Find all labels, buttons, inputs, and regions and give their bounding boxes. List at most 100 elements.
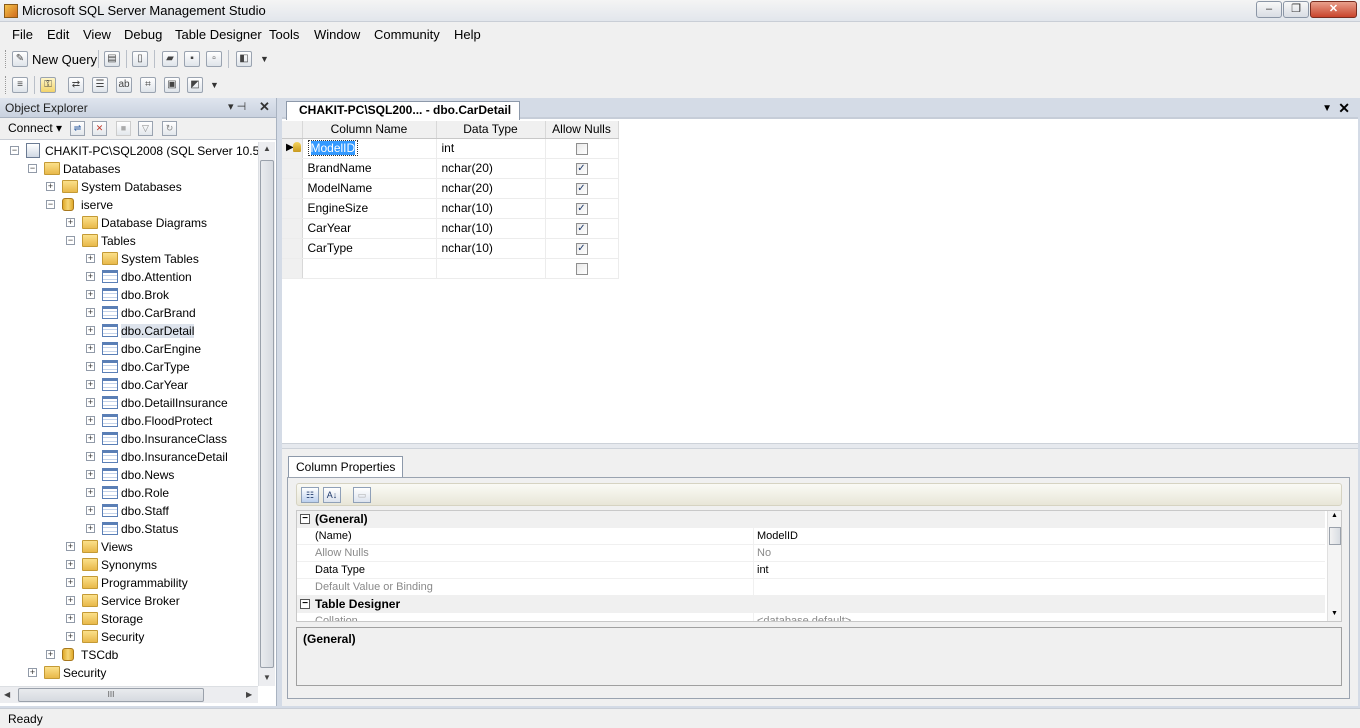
object-explorer-horizontal-scrollbar[interactable]: ◀ III ▶ xyxy=(0,686,258,703)
expand-icon[interactable]: + xyxy=(86,434,95,443)
expand-icon[interactable]: + xyxy=(86,488,95,497)
tree-node[interactable]: + Views xyxy=(0,538,258,556)
toolbar-overflow-icon[interactable]: ▼ xyxy=(260,54,269,64)
expand-icon[interactable]: + xyxy=(86,452,95,461)
column-row[interactable]: EngineSize nchar(10) ✓ xyxy=(282,198,619,219)
allow-nulls-checkbox[interactable] xyxy=(575,262,588,275)
data-type-cell[interactable]: int xyxy=(436,138,546,159)
expand-icon[interactable]: + xyxy=(86,524,95,533)
scroll-up-icon[interactable]: ▲ xyxy=(1331,512,1338,519)
allow-nulls-checkbox[interactable]: ✓ xyxy=(575,162,588,175)
filter-icon[interactable]: ▽ xyxy=(138,121,153,136)
row-selector[interactable] xyxy=(282,158,303,179)
collapse-icon[interactable]: − xyxy=(46,200,55,209)
property-category[interactable]: − Table Designer xyxy=(297,596,1325,613)
tree-node[interactable]: + dbo.Role xyxy=(0,484,258,502)
column-name-cell[interactable]: CarYear xyxy=(302,218,437,239)
property-value[interactable]: int xyxy=(757,564,769,576)
manage-check-constraints-icon[interactable]: ▣ xyxy=(164,77,180,93)
property-row[interactable]: Default Value or Binding xyxy=(297,579,1325,596)
minimize-button[interactable]: – xyxy=(1256,1,1282,18)
generate-change-script-icon[interactable]: ≡ xyxy=(12,77,28,93)
connect-object-explorer-icon[interactable]: ⇌ xyxy=(70,121,85,136)
close-button[interactable]: ✕ xyxy=(1310,1,1357,18)
row-selector[interactable] xyxy=(282,178,303,199)
property-pages-icon[interactable]: ▭ xyxy=(353,487,371,503)
tree-node[interactable]: − CHAKIT-PC\SQL2008 (SQL Server 10.50.1 xyxy=(0,142,258,160)
column-name-cell[interactable]: EngineSize xyxy=(302,198,437,219)
open-file-icon[interactable]: ▰ xyxy=(162,51,178,67)
relationships-icon[interactable]: ⇄ xyxy=(68,77,84,93)
tree-node[interactable]: + Synonyms xyxy=(0,556,258,574)
expand-icon[interactable]: + xyxy=(86,254,95,263)
alphabetical-sort-icon[interactable]: A↓ xyxy=(323,487,341,503)
expand-icon[interactable]: + xyxy=(66,578,75,587)
tree-node[interactable]: + dbo.CarDetail xyxy=(0,322,258,340)
data-type-cell[interactable] xyxy=(436,258,546,279)
expand-icon[interactable]: + xyxy=(66,632,75,641)
save-all-icon[interactable]: ▫ xyxy=(206,51,222,67)
tree-node[interactable]: − Databases xyxy=(0,160,258,178)
property-value[interactable]: <database default> xyxy=(757,615,851,621)
scroll-thumb[interactable] xyxy=(1329,527,1341,545)
disconnect-icon[interactable]: ✕ xyxy=(92,121,107,136)
stop-icon[interactable]: ■ xyxy=(116,121,131,136)
menu-edit[interactable]: Edit xyxy=(47,27,69,42)
property-row[interactable]: Allow Nulls No xyxy=(297,545,1325,562)
tree-node[interactable]: + System Databases xyxy=(0,178,258,196)
scroll-right-icon[interactable]: ▶ xyxy=(246,690,252,699)
menu-file[interactable]: File xyxy=(12,27,33,42)
property-row[interactable]: (Name) ModelID xyxy=(297,528,1325,545)
data-type-cell[interactable]: nchar(20) xyxy=(436,178,546,199)
property-grid-scrollbar[interactable]: ▲ ▼ xyxy=(1327,511,1341,621)
property-value[interactable]: ModelID xyxy=(757,530,798,542)
active-files-dropdown-icon[interactable]: ▼ xyxy=(1322,103,1332,114)
column-row[interactable]: CarYear nchar(10) ✓ xyxy=(282,218,619,239)
collapse-icon[interactable]: − xyxy=(28,164,37,173)
property-value[interactable]: No xyxy=(757,547,771,559)
data-type-cell[interactable]: nchar(10) xyxy=(436,218,546,239)
allow-nulls-checkbox[interactable]: ✓ xyxy=(575,182,588,195)
collapse-icon[interactable]: − xyxy=(300,514,310,524)
column-name-cell[interactable]: CarType xyxy=(302,238,437,259)
menu-table-designer[interactable]: Table Designer xyxy=(175,27,262,42)
expand-icon[interactable]: + xyxy=(66,560,75,569)
pin-icon[interactable]: ▾ ⊣ xyxy=(228,100,246,113)
tree-node[interactable]: + dbo.Staff xyxy=(0,502,258,520)
expand-icon[interactable]: + xyxy=(86,398,95,407)
data-type-cell[interactable]: nchar(10) xyxy=(436,238,546,259)
expand-icon[interactable]: + xyxy=(86,416,95,425)
tree-node[interactable]: + dbo.InsuranceDetail xyxy=(0,448,258,466)
tree-node[interactable]: + System Tables xyxy=(0,250,258,268)
manage-spatial-indexes-icon[interactable]: ◩ xyxy=(187,77,203,93)
expand-icon[interactable]: + xyxy=(66,614,75,623)
tree-node[interactable]: + Storage xyxy=(0,610,258,628)
expand-icon[interactable]: + xyxy=(86,362,95,371)
tree-node[interactable]: − Tables xyxy=(0,232,258,250)
new-query-icon[interactable]: ✎ xyxy=(12,51,28,67)
expand-icon[interactable]: + xyxy=(66,542,75,551)
tab-column-properties[interactable]: Column Properties xyxy=(288,456,404,478)
column-row[interactable]: CarType nchar(10) ✓ xyxy=(282,238,619,259)
manage-fulltext-index-icon[interactable]: ab xyxy=(116,77,132,93)
tree-node[interactable]: + Database Diagrams xyxy=(0,214,258,232)
connect-button[interactable]: Connect ▾ xyxy=(8,121,62,135)
column-row[interactable]: BrandName nchar(20) ✓ xyxy=(282,158,619,179)
tree-node[interactable]: + TSCdb xyxy=(0,646,258,664)
tree-node[interactable]: + dbo.CarType xyxy=(0,358,258,376)
expand-icon[interactable]: + xyxy=(28,668,37,677)
scroll-down-icon[interactable]: ▼ xyxy=(1331,610,1338,617)
collapse-icon[interactable]: − xyxy=(10,146,19,155)
tree-node[interactable]: + Security xyxy=(0,664,258,682)
property-category[interactable]: − (General) xyxy=(297,511,1325,528)
expand-icon[interactable]: + xyxy=(86,326,95,335)
data-type-cell[interactable]: nchar(10) xyxy=(436,198,546,219)
tree-node[interactable]: + Service Broker xyxy=(0,592,258,610)
column-name-cell[interactable]: ModelID xyxy=(302,138,437,159)
restore-button[interactable]: ❐ xyxy=(1283,1,1309,18)
tree-node[interactable]: + dbo.InsuranceClass xyxy=(0,430,258,448)
allow-nulls-checkbox[interactable]: ✓ xyxy=(575,202,588,215)
save-icon[interactable]: ▪ xyxy=(184,51,200,67)
menu-tools[interactable]: Tools xyxy=(269,27,299,42)
row-selector[interactable] xyxy=(282,218,303,239)
